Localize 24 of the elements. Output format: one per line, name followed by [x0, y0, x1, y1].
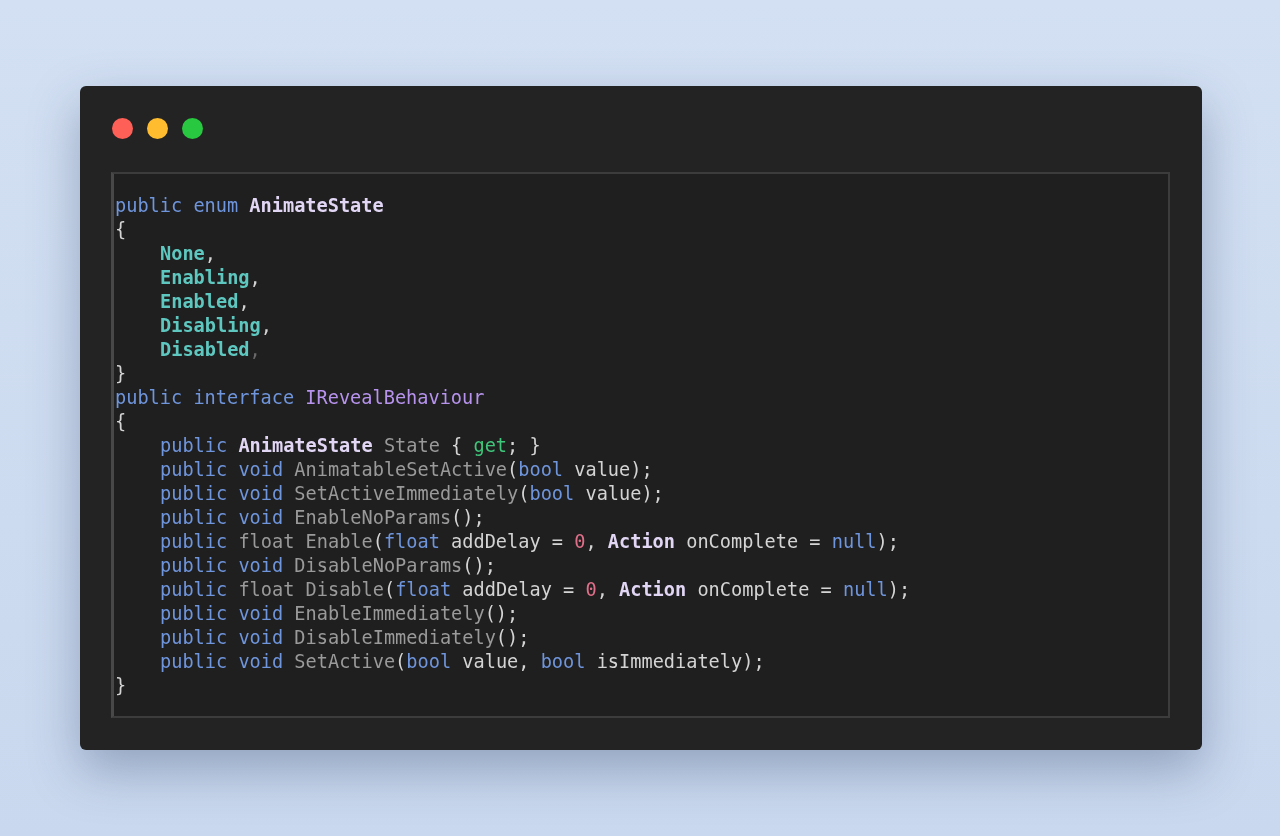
code-line: public void SetActive(bool value, bool isImmediately); [160, 650, 765, 674]
window-control-button[interactable] [147, 118, 168, 139]
code-line: public AnimateState State { get; } [160, 434, 541, 458]
code-line: { [115, 410, 127, 434]
code-line: Disabled, [160, 338, 261, 362]
code-line: Enabled, [160, 290, 250, 314]
code-line: public void SetActiveImmediately(bool value); [160, 482, 664, 506]
code-line: public void EnableImmediately(); [160, 602, 519, 626]
code-line: public void AnimatableSetActive(bool value); [160, 458, 653, 482]
code-line: public enum AnimateState [115, 194, 384, 218]
code-line: None, [160, 242, 216, 266]
code-line: Disabling, [160, 314, 272, 338]
code-line: public void DisableImmediately(); [160, 626, 530, 650]
code-line: public void EnableNoParams(); [160, 506, 485, 530]
window-control-button[interactable] [112, 118, 133, 139]
code-line: } [115, 674, 127, 698]
code-line: } [115, 362, 127, 386]
code-line: public float Enable(float addDelay = 0, Action onComplete = null); [160, 530, 899, 554]
code-line: public float Disable(float addDelay = 0, Action onComplete = null); [160, 578, 911, 602]
code-line: Enabling, [160, 266, 261, 290]
code-line: { [115, 218, 127, 242]
code-line: public void DisableNoParams(); [160, 554, 496, 578]
window-control-button[interactable] [182, 118, 203, 139]
code-line: public interface IRevealBehaviour [115, 386, 485, 410]
